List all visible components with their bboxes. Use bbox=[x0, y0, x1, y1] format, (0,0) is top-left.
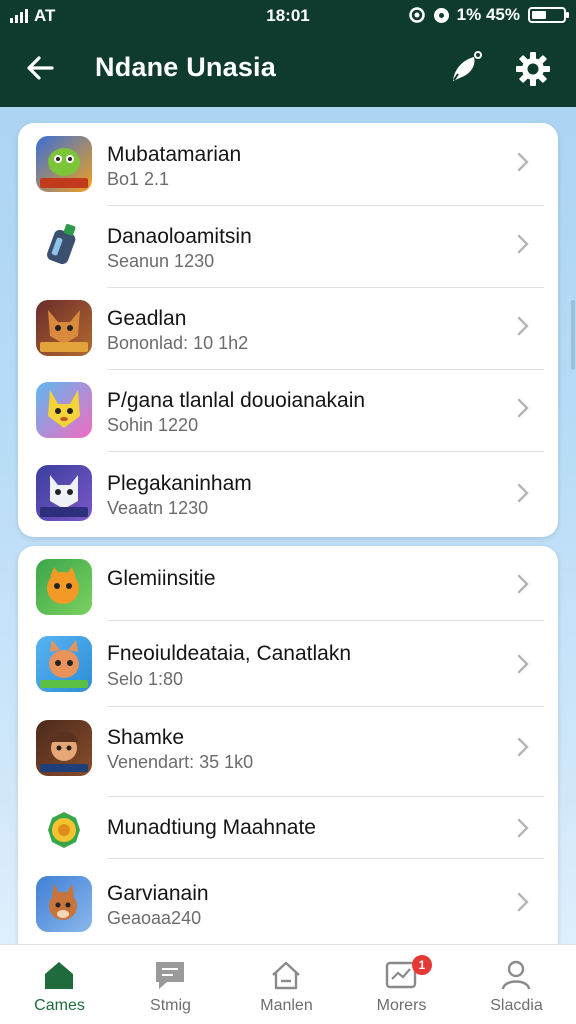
orange-cat-game-icon bbox=[36, 559, 92, 615]
item-title: Garvianain bbox=[107, 882, 209, 905]
kangaroo-game-icon bbox=[36, 636, 92, 692]
status-bar: AT 18:01 1% 45% bbox=[0, 0, 576, 32]
item-subtitle: Bononlad: 10 1h2 bbox=[107, 333, 249, 353]
battery-icon bbox=[528, 7, 569, 23]
item-title: Plegakaninham bbox=[107, 472, 252, 495]
nav-label: Manlen bbox=[260, 997, 313, 1014]
chevron-right-icon bbox=[517, 737, 529, 757]
item-title: Munadtiung Maahnate bbox=[107, 816, 316, 839]
nav-label: Slacdia bbox=[490, 997, 543, 1014]
list-item[interactable]: Mubatamarian Bo1 2.1 bbox=[18, 123, 558, 205]
item-title: Glemiinsitie bbox=[107, 567, 216, 590]
item-subtitle: Selo 1:80 bbox=[107, 669, 184, 689]
profile-icon bbox=[501, 960, 531, 990]
header: Ndane Unasia bbox=[0, 32, 576, 107]
game-list-card-1: Mubatamarian Bo1 2.1 Danaoloamitsin Sean… bbox=[18, 123, 558, 537]
list-item[interactable]: Geadlan Bononlad: 10 1h2 bbox=[18, 287, 558, 369]
list-item[interactable]: Shamke Venendart: 35 1k0 bbox=[18, 706, 558, 796]
item-title: Danaoloamitsin bbox=[107, 225, 252, 248]
nav-label: Stmig bbox=[150, 997, 191, 1014]
back-arrow-icon bbox=[27, 56, 54, 80]
yellow-creature-game-icon bbox=[36, 382, 92, 438]
game-list-card-2: Glemiinsitie Fneoiuldeataia, Canatlakn S… bbox=[18, 546, 558, 966]
chevron-right-icon bbox=[517, 152, 529, 172]
list-item[interactable]: Glemiinsitie bbox=[18, 546, 558, 624]
item-title: Shamke bbox=[107, 726, 185, 749]
nav-tab-games[interactable]: Cames bbox=[2, 945, 117, 1024]
list-item[interactable]: Danaoloamitsin Seanun 1230 bbox=[18, 205, 558, 287]
chevron-right-icon bbox=[517, 234, 529, 254]
page-title: Ndane Unasia bbox=[95, 52, 276, 82]
bottom-nav: Cames Stmig Manlen 1 Morers Slacdia bbox=[0, 944, 576, 1024]
warrior-game-icon bbox=[36, 720, 92, 776]
item-title: Geadlan bbox=[107, 307, 187, 330]
list-item[interactable]: Munadtiung Maahnate bbox=[18, 796, 558, 858]
fox-game-icon bbox=[36, 300, 92, 356]
list-item[interactable]: Garvianain Geaoaa240 bbox=[18, 858, 558, 944]
nav-tab-morers[interactable]: 1 Morers bbox=[344, 945, 459, 1024]
settings-button[interactable] bbox=[510, 46, 556, 92]
rocket-button[interactable] bbox=[444, 46, 488, 90]
list-item[interactable]: Plegakaninham Veaatn 1230 bbox=[18, 451, 558, 537]
sync-icon bbox=[408, 7, 425, 23]
nav-tab-manlen[interactable]: Manlen bbox=[229, 945, 344, 1024]
item-subtitle: Bo1 2.1 bbox=[107, 169, 170, 189]
top-app-bar: AT 18:01 1% 45% Ndane Unasia bbox=[0, 0, 576, 107]
nav-label: Morers bbox=[376, 997, 427, 1014]
lantern-game-icon bbox=[36, 218, 92, 274]
white-cat-game-icon bbox=[36, 465, 92, 521]
nav-tab-stmig[interactable]: Stmig bbox=[113, 945, 228, 1024]
list-item[interactable]: Fneoiuldeataia, Canatlakn Selo 1:80 bbox=[18, 620, 558, 706]
item-subtitle: Seanun 1230 bbox=[107, 251, 215, 271]
nav-tab-slacdia[interactable]: Slacdia bbox=[459, 945, 574, 1024]
nav-label: Cames bbox=[34, 997, 85, 1014]
notification-badge: 1 bbox=[412, 955, 432, 975]
medal-game-icon bbox=[36, 802, 92, 858]
list-item[interactable]: P/gana tlanlal douoianakain Sohin 1220 bbox=[18, 369, 558, 451]
item-title: Fneoiuldeataia, Canatlakn bbox=[107, 642, 352, 665]
chevron-right-icon bbox=[517, 818, 529, 838]
chevron-right-icon bbox=[517, 654, 529, 674]
battery-percent: 1% 45% bbox=[456, 5, 520, 24]
squirrel-game-icon bbox=[36, 876, 92, 932]
green-monster-game-icon bbox=[36, 136, 92, 192]
gear-icon bbox=[516, 52, 550, 86]
back-button[interactable] bbox=[18, 46, 62, 90]
status-right: 1% 45% bbox=[408, 5, 569, 25]
chevron-right-icon bbox=[517, 398, 529, 418]
chevron-right-icon bbox=[517, 574, 529, 594]
item-subtitle: Sohin 1220 bbox=[107, 415, 199, 435]
house-outline-icon bbox=[272, 961, 300, 990]
home-icon bbox=[45, 962, 73, 989]
item-subtitle: Geaoaa240 bbox=[107, 908, 202, 928]
item-subtitle: Veaatn 1230 bbox=[107, 498, 209, 518]
chevron-right-icon bbox=[517, 483, 529, 503]
scrollbar[interactable] bbox=[571, 300, 575, 370]
item-subtitle: Venendart: 35 1k0 bbox=[107, 752, 254, 772]
chevron-right-icon bbox=[517, 316, 529, 336]
rocket-icon bbox=[453, 51, 482, 81]
item-title: Mubatamarian bbox=[107, 143, 242, 166]
chevron-right-icon bbox=[517, 892, 529, 912]
location-icon bbox=[433, 7, 449, 23]
item-title: P/gana tlanlal douoianakain bbox=[107, 389, 366, 412]
chat-icon bbox=[156, 962, 184, 989]
